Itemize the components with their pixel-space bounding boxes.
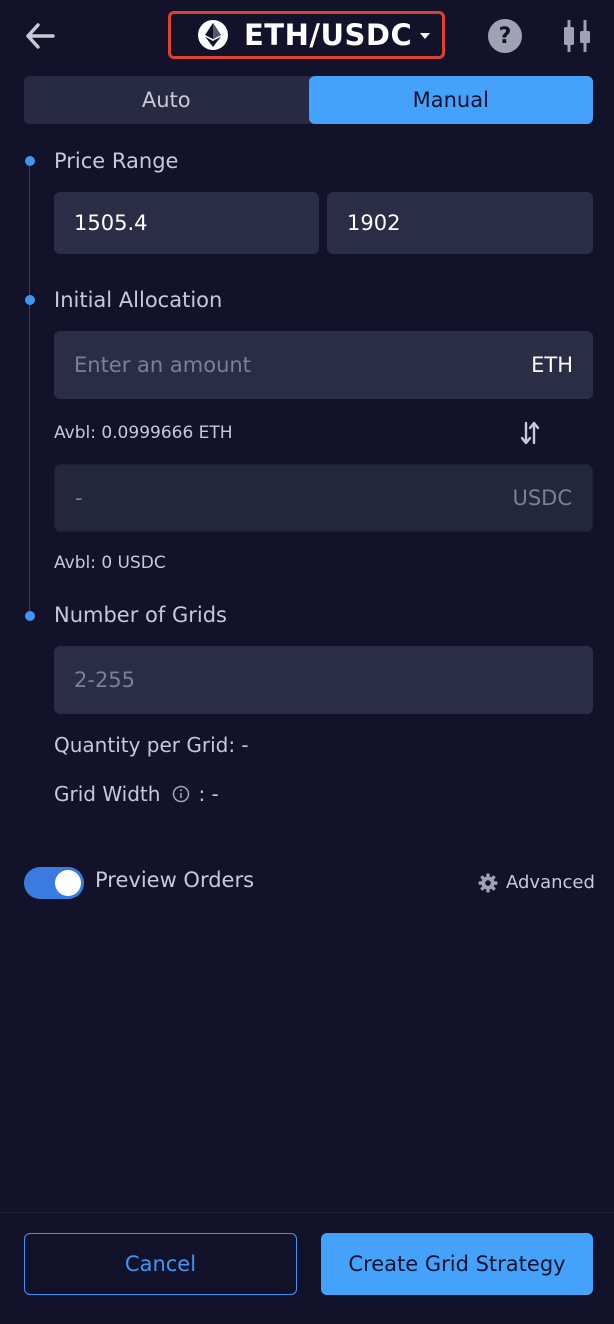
pair-selector[interactable]: ETH/USDC bbox=[168, 11, 445, 59]
chart-button[interactable] bbox=[560, 17, 594, 55]
step-dot bbox=[25, 611, 35, 621]
grid-strategy-screen: ETH/USDC ? Auto Manual Price Range 1505.… bbox=[0, 0, 614, 1324]
preview-orders-label: Preview Orders bbox=[95, 868, 255, 892]
quantity-per-grid: Quantity per Grid: - bbox=[54, 733, 249, 757]
step-dot bbox=[25, 295, 35, 305]
price-upper-value: 1902 bbox=[347, 211, 401, 235]
price-lower-input[interactable]: 1505.4 bbox=[54, 192, 319, 254]
eth-unit: ETH bbox=[531, 353, 573, 377]
footer-divider bbox=[0, 1212, 614, 1213]
header: ETH/USDC ? bbox=[0, 0, 614, 70]
step-dot bbox=[25, 156, 35, 166]
usdc-unit: USDC bbox=[512, 486, 572, 510]
eth-available: Avbl: 0.0999666 ETH bbox=[54, 423, 233, 443]
grid-width-value: : - bbox=[198, 782, 219, 806]
advanced-button[interactable]: Advanced bbox=[478, 872, 595, 893]
pair-label: ETH/USDC bbox=[244, 18, 413, 52]
price-range-label: Price Range bbox=[54, 149, 179, 173]
quantity-per-grid-text: Quantity per Grid: - bbox=[54, 733, 249, 757]
back-button[interactable] bbox=[22, 18, 58, 54]
number-of-grids-label: Number of Grids bbox=[54, 603, 227, 627]
swap-icon[interactable] bbox=[518, 420, 542, 446]
usdc-amount-value: - bbox=[75, 486, 83, 510]
tab-manual[interactable]: Manual bbox=[308, 76, 593, 124]
help-icon: ? bbox=[498, 23, 512, 49]
eth-logo-icon bbox=[198, 20, 228, 50]
eth-amount-placeholder: Enter an amount bbox=[74, 353, 251, 377]
tab-auto[interactable]: Auto bbox=[24, 76, 309, 124]
price-upper-input[interactable]: 1902 bbox=[327, 192, 593, 254]
eth-amount-input[interactable]: Enter an amount ETH bbox=[54, 331, 593, 399]
create-grid-strategy-button[interactable]: Create Grid Strategy bbox=[321, 1233, 593, 1295]
step-timeline bbox=[29, 160, 30, 618]
usdc-available: Avbl: 0 USDC bbox=[54, 553, 166, 573]
usdc-amount-input[interactable]: - USDC bbox=[54, 464, 593, 532]
cancel-button[interactable]: Cancel bbox=[24, 1233, 297, 1295]
toggle-knob bbox=[55, 870, 81, 896]
grids-placeholder: 2-255 bbox=[74, 668, 136, 692]
grid-width: Grid Width : - bbox=[54, 782, 219, 806]
price-lower-value: 1505.4 bbox=[74, 211, 148, 235]
grid-width-label: Grid Width bbox=[54, 782, 161, 806]
info-icon[interactable] bbox=[172, 785, 190, 803]
arrow-left-icon bbox=[26, 23, 55, 49]
candlestick-icon bbox=[564, 20, 590, 52]
grids-input[interactable]: 2-255 bbox=[54, 646, 593, 714]
initial-allocation-label: Initial Allocation bbox=[54, 288, 223, 312]
gear-icon bbox=[478, 873, 498, 892]
mode-tabs: Auto Manual bbox=[24, 76, 593, 124]
help-button[interactable]: ? bbox=[488, 19, 522, 53]
advanced-label: Advanced bbox=[506, 872, 595, 893]
chevron-down-icon bbox=[420, 33, 430, 39]
preview-orders-toggle[interactable] bbox=[24, 867, 84, 899]
